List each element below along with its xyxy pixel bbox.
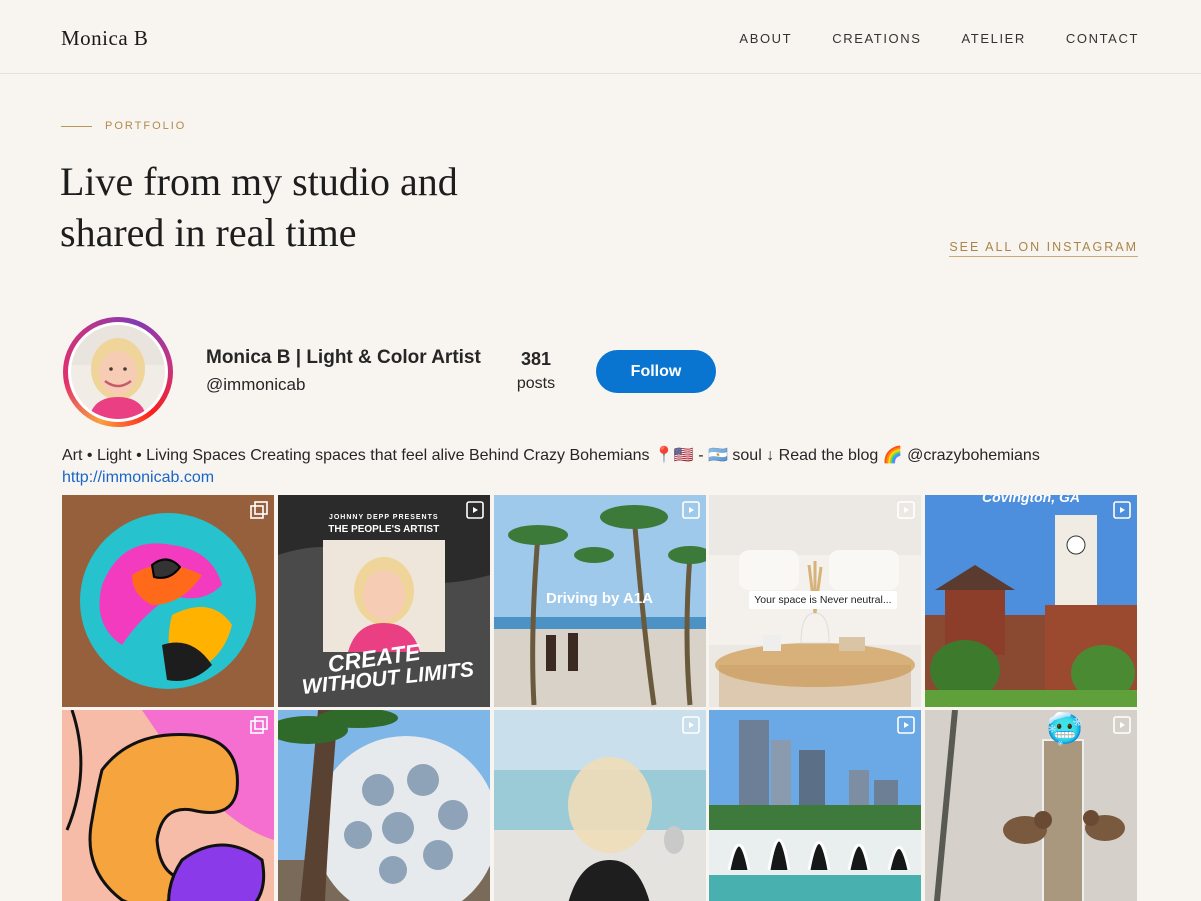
title-line-2: shared in real time [60, 210, 357, 255]
avatar-photo [68, 322, 168, 422]
profile-name: Monica B | Light & Color Artist [206, 347, 481, 368]
main-nav: ABOUT CREATIONS ATELIER CONTACT [739, 31, 1139, 46]
tile-text-subtitle: THE PEOPLE'S ARTIST [328, 524, 440, 535]
instagram-grid: JOHNNY DEPP PRESENTS THE PEOPLE'S ARTIST… [62, 495, 1137, 901]
profile-handle: @immonicab [206, 375, 306, 394]
posts-count: 381 [520, 349, 552, 369]
title-line-1: Live from my studio and [60, 159, 458, 204]
reel-icon [681, 716, 700, 734]
reel-icon [1113, 501, 1131, 519]
portfolio-eyebrow: PORTFOLIO [61, 120, 186, 132]
abstract-circle-artwork [62, 495, 274, 707]
nav-atelier[interactable]: ATELIER [962, 31, 1026, 46]
grid-post[interactable]: JOHNNY DEPP PRESENTS THE PEOPLE'S ARTIST… [277, 495, 490, 707]
page-title: Live from my studio and shared in real t… [60, 156, 520, 258]
reel-icon [897, 716, 916, 734]
tile-text-presents: JOHNNY DEPP PRESENTS [328, 514, 439, 521]
grid-post[interactable] [709, 710, 922, 901]
fountain-skyline-photo [709, 710, 922, 901]
grid-post[interactable]: 🥶 [925, 710, 1137, 901]
avatar[interactable] [63, 317, 173, 427]
see-all-instagram-link[interactable]: SEE ALL ON INSTAGRAM [949, 240, 1138, 257]
grid-post[interactable] [62, 495, 274, 707]
eyebrow-label: PORTFOLIO [105, 120, 187, 132]
reel-icon [681, 501, 700, 519]
profile-bio: Art • Light • Living Spaces Creating spa… [62, 447, 1040, 464]
orange-blob-artwork [62, 710, 274, 901]
grid-post[interactable] [62, 710, 274, 901]
follow-button[interactable]: Follow [596, 350, 716, 393]
geodesic-sphere-photo [277, 710, 490, 901]
posts-label: posts [516, 375, 556, 392]
reel-icon [1113, 716, 1131, 734]
nav-creations[interactable]: CREATIONS [832, 31, 921, 46]
nav-contact[interactable]: CONTACT [1066, 31, 1139, 46]
grid-post[interactable]: Your space is Never neutral... [709, 495, 922, 707]
grid-post[interactable]: Covington, GA [925, 495, 1137, 707]
covington-courthouse-photo [925, 495, 1137, 707]
reel-icon [897, 501, 916, 519]
avatar-image [71, 325, 165, 419]
tile-overlay-text: Covington, GA [982, 495, 1080, 505]
site-header: Monica B ABOUT CREATIONS ATELIER CONTACT [0, 0, 1201, 74]
nav-about[interactable]: ABOUT [739, 31, 792, 46]
grid-post[interactable]: Driving by A1A [493, 495, 706, 707]
carousel-icon [250, 501, 268, 519]
cold-face-emoji: 🥶 [1046, 713, 1084, 746]
brand-logo[interactable]: Monica B [61, 26, 148, 51]
grid-post[interactable] [493, 710, 706, 901]
eyebrow-rule [61, 125, 92, 127]
carousel-icon [250, 716, 268, 734]
reel-icon [465, 501, 484, 519]
grid-post[interactable] [277, 710, 490, 901]
tile-caption: Your space is Never neutral... [749, 591, 897, 609]
profile-website-link[interactable]: http://immonicab.com [62, 469, 214, 487]
tile-overlay-text: Driving by A1A [546, 590, 653, 607]
beach-selfie-photo [493, 710, 706, 901]
